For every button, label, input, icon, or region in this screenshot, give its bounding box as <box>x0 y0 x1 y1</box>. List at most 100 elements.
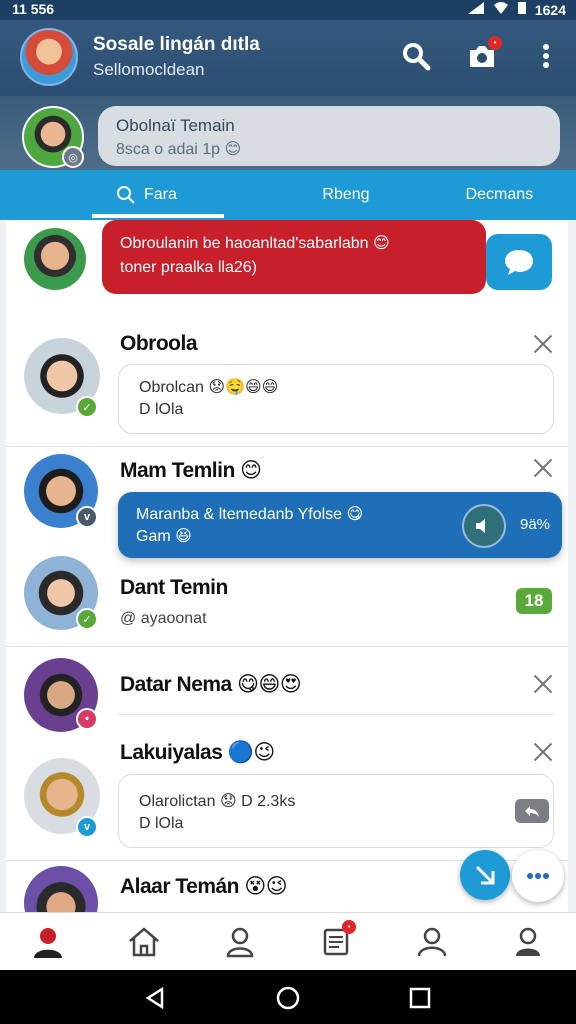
nav-settings[interactable] <box>504 918 552 966</box>
speaker-icon <box>476 519 485 533</box>
close-icon[interactable] <box>531 456 555 480</box>
chat-name[interactable]: Obroola <box>120 332 198 356</box>
bottom-nav: • <box>0 912 576 970</box>
emoji-group-icon: 😋😄😍 <box>237 673 302 696</box>
home-icon <box>129 926 159 956</box>
chat-name-row: Mam Temlin 😊 <box>120 458 262 483</box>
smile-emoji-icon: 😊 <box>373 235 390 252</box>
message-bubble[interactable]: Obrolcan 😟🤤😄😄 D lOla <box>118 364 554 434</box>
highlight-text: Maranba & ltemedanb Yfolse <box>136 506 343 523</box>
battery-level: 1624 <box>534 1 566 18</box>
tab-label: Fara <box>144 186 177 203</box>
user-avatar-icon <box>34 927 62 958</box>
nav-profile[interactable] <box>24 918 72 966</box>
highlighted-message[interactable]: Maranba & ltemedanb Yfolse 😋 Gam 😆 9ä% <box>118 492 562 558</box>
status-bar: 11 556 1624 <box>0 0 576 20</box>
camera-button[interactable]: • <box>464 36 502 74</box>
tab-label: Rbeng <box>322 186 370 203</box>
pinned-status: 8sca o adai 1p <box>116 141 221 158</box>
smile-emoji-icon: 😊 <box>240 459 262 482</box>
status-icons: 1624 <box>467 1 566 18</box>
chat-name[interactable]: Datar Nema <box>120 673 232 696</box>
tab-decmans[interactable]: Decmans <box>423 170 576 220</box>
emoji-group-icon: 😟🤤😄😄 <box>208 379 279 396</box>
avatar[interactable] <box>24 228 86 290</box>
more-horizontal-icon <box>527 873 549 879</box>
app-title: Sosale lingán dıtla <box>93 34 260 55</box>
messages-notification-dot: • <box>342 919 356 934</box>
close-icon[interactable] <box>531 332 555 356</box>
emoji-group-icon: 😵😉 <box>244 875 288 898</box>
person-icon <box>226 927 254 957</box>
voice-play-button[interactable] <box>462 504 506 548</box>
battery-icon <box>517 1 527 18</box>
close-icon[interactable] <box>531 672 555 696</box>
check-badge-icon: ✓ <box>76 396 98 418</box>
chat-name[interactable]: Dant Temin <box>120 576 228 600</box>
send-icon <box>475 865 495 885</box>
message-meta: D lOla <box>139 401 184 418</box>
chat-name-row: Lakuiyalas 🔵😉 <box>120 740 275 765</box>
divider <box>6 446 568 447</box>
message-time: D 2.3ks <box>241 793 296 810</box>
search-icon <box>117 186 135 204</box>
highlight-sub: Gam <box>136 528 171 545</box>
app-subtitle: Sellomocldean <box>93 60 205 79</box>
alert-line2: toner praalka lla26) <box>120 259 257 276</box>
message-row: Obrolcan 😟🤤😄😄 <box>139 377 533 399</box>
search-icon <box>403 43 431 71</box>
pinned-status-row: 8sca o adai 1p 😊 <box>116 139 241 159</box>
pinned-chat[interactable]: ◎ Obolnaï Temain 8sca o adai 1p 😊 <box>0 96 576 170</box>
reply-button[interactable] <box>515 799 549 823</box>
laugh-emoji-icon: 😆 <box>175 528 192 545</box>
message-row: Olarolictan 😟 D 2.3ks <box>139 791 533 813</box>
chat-name[interactable]: Lakuiyalas <box>120 741 223 764</box>
back-icon[interactable] <box>144 986 168 1010</box>
app-bar: Sosale lingán dıtla Sellomocldean • <box>0 20 576 96</box>
unread-count-badge: 18 <box>516 588 552 614</box>
verified-badge-icon: ◎ <box>62 146 84 168</box>
smile-emoji-icon: 😊 <box>224 141 242 158</box>
chat-list: Obroulanin be haoanltad'sabarlabn 😊 tone… <box>6 220 568 912</box>
search-button[interactable] <box>398 38 434 74</box>
close-icon[interactable] <box>531 740 555 764</box>
check-badge-icon: ✓ <box>76 608 98 630</box>
message-button[interactable] <box>486 234 552 290</box>
message-text: Obrolcan <box>139 379 204 396</box>
nav-messages[interactable]: • <box>312 918 360 966</box>
reply-icon <box>525 806 539 817</box>
alert-line1-row: Obroulanin be haoanltad'sabarlabn 😊 <box>120 232 468 256</box>
emoji-icon: 😟 <box>219 793 237 810</box>
profile-avatar[interactable] <box>20 28 78 86</box>
alert-message[interactable]: Obroulanin be haoanltad'sabarlabn 😊 tone… <box>102 220 486 294</box>
more-vertical-icon <box>543 44 549 68</box>
user-settings-icon <box>516 927 540 956</box>
highlight-meta: 9ä% <box>520 516 551 533</box>
nav-home[interactable] <box>120 918 168 966</box>
system-nav-bar <box>0 970 576 1024</box>
pinned-message[interactable]: Obolnaï Temain 8sca o adai 1p 😊 <box>98 106 560 166</box>
compose-fab[interactable] <box>460 850 510 900</box>
tab-rbeng[interactable]: Rbeng <box>269 170 422 220</box>
home-circle-icon[interactable] <box>276 986 300 1010</box>
person-icon <box>417 927 447 956</box>
avatar[interactable] <box>24 866 98 912</box>
chat-bubble-icon <box>505 250 533 275</box>
nav-contacts[interactable] <box>216 918 264 966</box>
twitter-badge-icon: v <box>76 816 98 838</box>
chat-name[interactable]: Mam Temlin <box>120 459 235 482</box>
tab-fara[interactable]: Fara <box>0 170 269 220</box>
more-fab[interactable] <box>512 850 564 902</box>
chat-name[interactable]: Alaar Temán <box>120 875 240 898</box>
emoji-group-icon: 🔵😉 <box>227 741 276 764</box>
wifi-icon <box>493 1 509 18</box>
chat-preview: @ ayaoonat <box>120 610 207 627</box>
message-meta: D lOla <box>139 815 184 832</box>
recents-icon[interactable] <box>408 986 432 1010</box>
status-badge-icon: • <box>76 708 98 730</box>
more-options-button[interactable] <box>528 38 564 74</box>
camera-notification-dot: • <box>488 36 502 50</box>
chat-name-row: Datar Nema 😋😄😍 <box>120 672 302 697</box>
nav-account[interactable] <box>408 918 456 966</box>
message-bubble[interactable]: Olarolictan 😟 D 2.3ks D lOla <box>118 774 554 848</box>
